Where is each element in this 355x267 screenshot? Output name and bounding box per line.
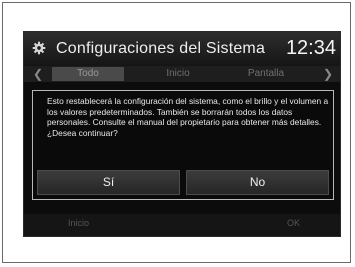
figure-frame: Configuraciones del Sistema 12:34 ❮ Todo… — [2, 2, 351, 263]
gear-icon — [32, 41, 46, 55]
confirm-dialog: Esto restablecerá la configuración del s… — [32, 90, 334, 200]
home-button[interactable]: Inicio — [68, 218, 89, 228]
yes-button[interactable]: Sí — [37, 170, 180, 195]
tab-bar: ❮ Todo Inicio Pantalla ❯ — [24, 66, 340, 82]
tab-todo[interactable]: Todo — [52, 67, 124, 81]
clock: 12:34 — [285, 37, 336, 59]
tab-pantalla[interactable]: Pantalla — [230, 67, 302, 81]
ok-button[interactable]: OK — [287, 218, 300, 228]
device-screen: Configuraciones del Sistema 12:34 ❮ Todo… — [23, 31, 341, 237]
dialog-message: Esto restablecerá la configuración del s… — [47, 96, 329, 138]
tab-inicio[interactable]: Inicio — [142, 67, 214, 81]
header-bar: Configuraciones del Sistema 12:34 — [24, 32, 340, 66]
bottom-bar: Inicio OK — [24, 214, 340, 236]
chevron-left-icon[interactable]: ❮ — [30, 66, 46, 82]
page-title: Configuraciones del Sistema — [56, 40, 266, 57]
no-button[interactable]: No — [186, 170, 329, 195]
chevron-right-icon[interactable]: ❯ — [320, 66, 336, 82]
